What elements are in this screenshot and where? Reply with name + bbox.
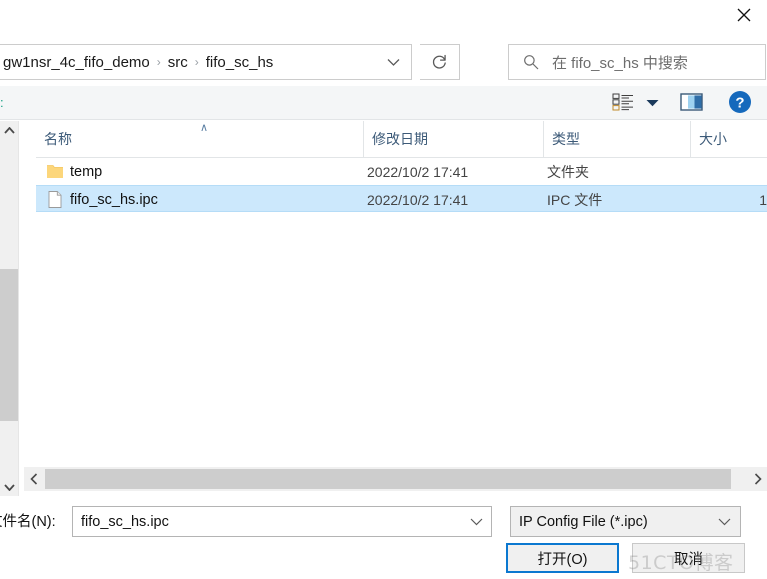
table-row[interactable]: temp 2022/10/2 17:41 文件夹 <box>36 158 767 185</box>
file-icon <box>46 190 64 209</box>
file-list-horizontal-scrollbar[interactable] <box>24 467 767 491</box>
search-box[interactable]: 在 fifo_sc_hs 中搜索 <box>508 44 766 80</box>
title-bar <box>0 0 767 40</box>
column-header-name[interactable]: 名称 ∧ <box>36 121 363 157</box>
column-header-size-label: 大小 <box>699 131 727 147</box>
file-size <box>694 158 767 185</box>
column-header-date[interactable]: 修改日期 <box>363 121 543 157</box>
filetype-select[interactable]: IP Config File (*.ipc) <box>510 506 741 537</box>
search-input[interactable]: 在 fifo_sc_hs 中搜索 <box>552 52 688 73</box>
scroll-right-arrow-icon <box>754 473 762 485</box>
view-options-dropdown-button[interactable] <box>642 92 662 114</box>
filename-value: fifo_sc_hs.ipc <box>81 513 169 530</box>
column-header-type[interactable]: 类型 <box>543 121 690 157</box>
address-bar: gw1nsr_4c_fifo_demo › src › fifo_sc_hs 在… <box>0 42 767 84</box>
file-date: 2022/10/2 17:41 <box>367 163 469 180</box>
file-type: 文件夹 <box>547 163 589 180</box>
toolbar-clipped-item: : <box>0 95 4 110</box>
column-header-type-label: 类型 <box>552 131 580 147</box>
folder-icon <box>46 162 64 181</box>
filename-input[interactable]: fifo_sc_hs.ipc <box>72 506 492 537</box>
scroll-left-arrow-icon <box>29 473 37 485</box>
chevron-down-icon <box>718 518 730 525</box>
close-button[interactable] <box>721 0 767 30</box>
breadcrumb-dropdown-button[interactable] <box>376 46 410 78</box>
navigation-pane-scrollbar[interactable] <box>0 121 19 496</box>
column-header-name-label: 名称 <box>44 131 72 147</box>
chevron-down-icon <box>387 58 399 66</box>
navigation-pane-clipped <box>19 121 36 496</box>
refresh-button[interactable] <box>420 44 460 80</box>
filetype-dropdown-icon <box>714 508 734 535</box>
filename-label: 文件名(N): <box>0 514 56 530</box>
help-icon: ? <box>729 91 751 113</box>
breadcrumb-item-1[interactable]: src <box>168 54 188 71</box>
preview-pane-button[interactable] <box>680 92 704 114</box>
scroll-down-arrow-icon <box>3 483 15 491</box>
search-icon <box>524 55 539 70</box>
breadcrumb-bar[interactable]: gw1nsr_4c_fifo_demo › src › fifo_sc_hs <box>0 44 412 80</box>
breadcrumb-separator: › <box>194 55 199 69</box>
nav-scroll-down-button[interactable] <box>0 478 18 496</box>
breadcrumb-separator: › <box>156 55 161 69</box>
file-date: 2022/10/2 17:41 <box>367 191 469 208</box>
file-size: 1 <box>759 191 767 208</box>
filename-dropdown-button[interactable] <box>463 508 489 535</box>
file-list: 名称 ∧ 修改日期 类型 大小 temp 2022/10/2 17:41 文件夹 <box>36 121 767 463</box>
hscroll-right-button[interactable] <box>748 467 767 491</box>
nav-scroll-thumb[interactable] <box>0 269 18 421</box>
file-rows: temp 2022/10/2 17:41 文件夹 fifo_sc_hs.ipc … <box>36 158 767 212</box>
hscroll-thumb[interactable] <box>45 469 731 489</box>
view-options-icon <box>612 93 633 111</box>
chevron-down-icon <box>470 518 482 525</box>
open-button[interactable]: 打开(O) <box>506 543 619 573</box>
file-name: temp <box>70 163 103 180</box>
chevron-down-icon <box>646 100 658 107</box>
column-header-date-label: 修改日期 <box>372 131 428 147</box>
column-header-row: 名称 ∧ 修改日期 类型 大小 <box>36 121 767 158</box>
breadcrumb-item-2[interactable]: fifo_sc_hs <box>206 54 274 71</box>
sort-ascending-icon: ∧ <box>200 122 209 134</box>
hscroll-left-button[interactable] <box>24 467 43 491</box>
file-name: fifo_sc_hs.ipc <box>70 191 158 208</box>
file-type: IPC 文件 <box>547 191 603 208</box>
close-icon <box>737 8 751 22</box>
table-row[interactable]: fifo_sc_hs.ipc 2022/10/2 17:41 IPC 文件 1 <box>36 185 767 212</box>
toolbar: : ? <box>0 86 767 120</box>
scroll-up-arrow-icon <box>3 126 15 134</box>
cancel-button[interactable]: 取消 <box>632 543 745 573</box>
help-button[interactable]: ? <box>728 90 752 114</box>
breadcrumb-item-0[interactable]: gw1nsr_4c_fifo_demo <box>3 54 150 71</box>
column-header-size[interactable]: 大小 <box>690 121 767 157</box>
svg-text:?: ? <box>735 95 744 112</box>
preview-pane-icon <box>680 93 703 111</box>
view-options-button[interactable] <box>612 92 638 114</box>
nav-scroll-up-button[interactable] <box>0 121 18 139</box>
filetype-value: IP Config File (*.ipc) <box>519 513 648 530</box>
refresh-icon <box>432 54 446 69</box>
